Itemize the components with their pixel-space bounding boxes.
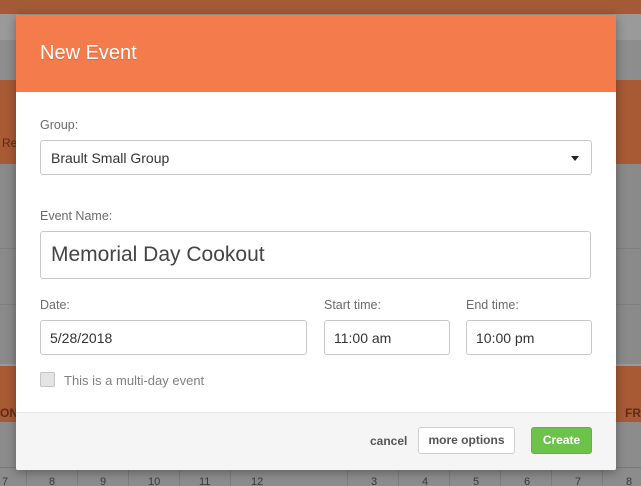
end-time-input[interactable]: 10:00 pm (466, 320, 592, 355)
cancel-button[interactable]: cancel (370, 434, 407, 448)
end-time-value: 10:00 pm (476, 330, 535, 346)
background-date-number: 6 (524, 476, 531, 486)
end-time-label: End time: (466, 298, 519, 312)
group-label: Group: (40, 118, 79, 132)
modal-title: New Event (40, 42, 137, 64)
start-time-value: 11:00 am (334, 330, 392, 346)
date-value: 5/28/2018 (50, 330, 113, 346)
new-event-modal: New Event Group: Brault Small Group Even… (16, 15, 616, 470)
background-date-number: 5 (473, 476, 480, 486)
background-top-bar (0, 0, 641, 14)
background-date-number: 8 (626, 476, 633, 486)
start-time-input[interactable]: 11:00 am (324, 320, 450, 355)
background-date-number: 11 (199, 476, 211, 486)
background-date-number: 7 (2, 476, 9, 486)
background-date-number: 7 (575, 476, 582, 486)
multi-day-checkbox[interactable] (40, 372, 55, 387)
background-date-number: 3 (371, 476, 378, 486)
background-date-number: 8 (49, 476, 56, 486)
multi-day-label[interactable]: This is a multi-day event (64, 373, 204, 388)
background-date-number: 9 (100, 476, 107, 486)
date-label: Date: (40, 298, 70, 312)
group-select[interactable]: Brault Small Group (40, 140, 592, 175)
group-select-value: Brault Small Group (51, 150, 170, 166)
event-name-input[interactable]: Memorial Day Cookout (40, 231, 591, 279)
date-input[interactable]: 5/28/2018 (40, 320, 307, 355)
event-name-label: Event Name: (40, 209, 113, 223)
modal-header: New Event (16, 15, 616, 92)
create-button[interactable]: Create (531, 427, 592, 454)
more-options-button[interactable]: more options (418, 427, 515, 454)
start-time-label: Start time: (324, 298, 381, 312)
background-date-number: 10 (148, 476, 161, 486)
event-name-value: Memorial Day Cookout (51, 243, 265, 266)
caret-down-icon (571, 156, 579, 161)
background-date-number: 12 (251, 476, 264, 486)
modal-footer: cancel more options Create (16, 412, 616, 470)
background-date-number: 4 (422, 476, 429, 486)
background-day-label: FR (625, 406, 641, 420)
